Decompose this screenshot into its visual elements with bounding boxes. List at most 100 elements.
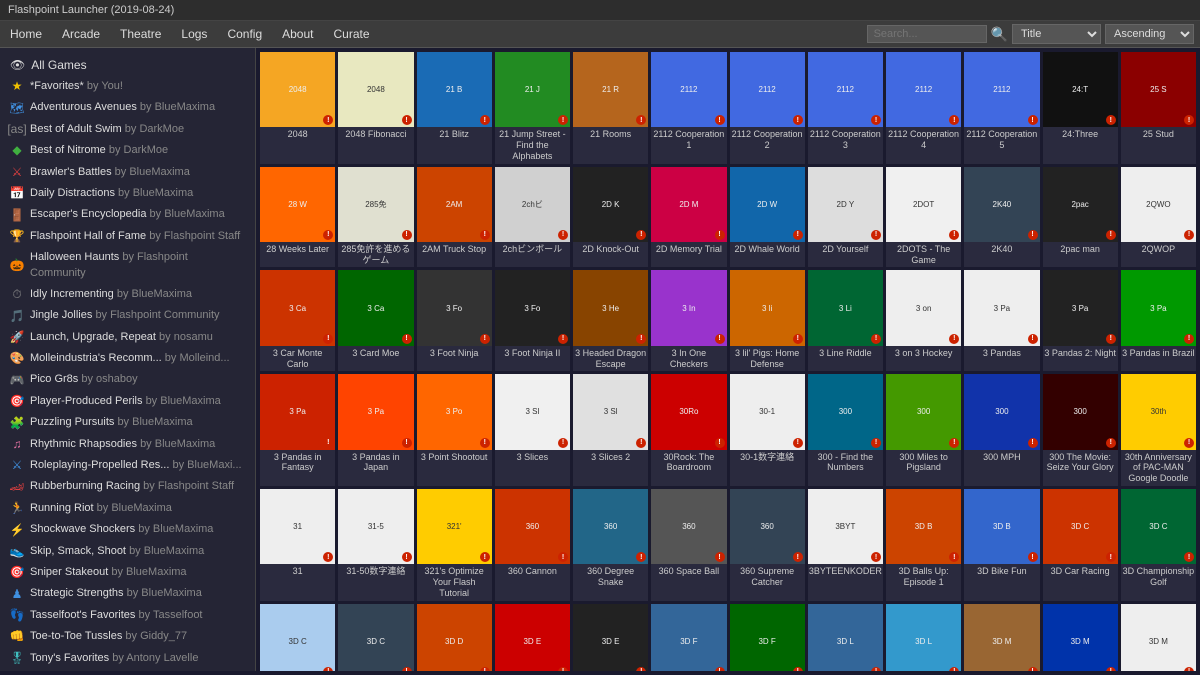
game-tile[interactable]: 2K40 ! 2K40	[964, 167, 1039, 268]
game-tile[interactable]: 3 He ! 3 Headed Dragon Escape	[573, 270, 648, 371]
game-tile[interactable]: 300 ! 300 Miles to Pigsland	[886, 374, 961, 486]
sidebar-item-jingle[interactable]: 🎵 Jingle Jollies by Flashpoint Community	[0, 305, 255, 326]
game-tile[interactable]: 3 Ca ! 3 Car Monte Carlo	[260, 270, 335, 371]
game-tile[interactable]: 3D M ! 3D Micro Wars	[1043, 604, 1118, 671]
game-tile[interactable]: 3 Sl ! 3 Slices 2	[573, 374, 648, 486]
sidebar-item-sniper[interactable]: 🎯 Sniper Stakeout by BlueMaxima	[0, 562, 255, 583]
game-tile[interactable]: 30th ! 30th Anniversary of PAC-MAN Googl…	[1121, 374, 1196, 486]
sidebar-item-shockwave[interactable]: ⚡ Shockwave Shockers by BlueMaxima	[0, 519, 255, 540]
menu-theatre[interactable]: Theatre	[116, 25, 165, 43]
game-tile[interactable]: 285免 ! 285免許を進めるゲーム	[338, 167, 413, 268]
sidebar-item-tasselfoot[interactable]: 👣 Tasselfoot's Favorites by Tasselfoot	[0, 605, 255, 626]
menu-config[interactable]: Config	[223, 25, 266, 43]
game-tile[interactable]: 2112 ! 2112 Cooperation 1	[651, 52, 726, 164]
game-tile[interactable]: 3D B ! 3D Balls Up: Episode 1	[886, 489, 961, 601]
sidebar-item-running[interactable]: 🏃 Running Riot by BlueMaxima	[0, 498, 255, 519]
sidebar-item-adult-swim[interactable]: [as] Best of Adult Swim by DarkMoe	[0, 119, 255, 140]
game-tile[interactable]: 2QWO ! 2QWOP	[1121, 167, 1196, 268]
sidebar-item-roleplaying[interactable]: ⚔ Roleplaying-Propelled Res... by BlueMa…	[0, 455, 255, 476]
game-tile[interactable]: 3BYT ! 3BYTEENKODER	[808, 489, 883, 601]
game-tile[interactable]: 3 Fo ! 3 Foot Ninja II	[495, 270, 570, 371]
game-tile[interactable]: 3D C ! 3D City Racer	[338, 604, 413, 671]
game-tile[interactable]: 300 ! 300 The Movie: Seize Your Glory	[1043, 374, 1118, 486]
game-tile[interactable]: 2AM ! 2AM Truck Stop	[417, 167, 492, 268]
game-tile[interactable]: 360 ! 360 Space Ball	[651, 489, 726, 601]
sidebar-item-adventurous[interactable]: 🗺 Adventurous Avenues by BlueMaxima	[0, 97, 255, 118]
sort-order-select[interactable]: Ascending Descending	[1105, 24, 1194, 44]
game-tile[interactable]: 3D D ! 3D Driver	[417, 604, 492, 671]
game-tile[interactable]: 21 R ! 21 Rooms	[573, 52, 648, 164]
game-tile[interactable]: 25 S ! 25 Stud	[1121, 52, 1196, 164]
sidebar-item-tony[interactable]: 🎖 Tony's Favorites by Antony Lavelle	[0, 648, 255, 669]
sidebar-item-brawlers[interactable]: ⚔ Brawler's Battles by BlueMaxima	[0, 162, 255, 183]
game-tile[interactable]: 3D L ! 3D Logic	[808, 604, 883, 671]
game-tile[interactable]: 2D W ! 2D Whale World	[730, 167, 805, 268]
game-tile[interactable]: 3D F ! 3D Frogger	[730, 604, 805, 671]
game-tile[interactable]: 21 B ! 21 Blitz	[417, 52, 492, 164]
game-tile[interactable]: 3 Pa ! 3 Pandas in Japan	[338, 374, 413, 486]
game-tile[interactable]: 3 Pa ! 3 Pandas	[964, 270, 1039, 371]
game-tile[interactable]: 3 Ca ! 3 Card Moe	[338, 270, 413, 371]
sidebar-item-rhythmic[interactable]: ♫ Rhythmic Rhapsodies by BlueMaxima	[0, 434, 255, 455]
game-tile[interactable]: 2D Y ! 2D Yourself	[808, 167, 883, 268]
sidebar-item-favorites[interactable]: ★ *Favorites* by You!	[0, 76, 255, 97]
game-tile[interactable]: 2D K ! 2D Knock-Out	[573, 167, 648, 268]
game-tile[interactable]: 300 ! 300 - Find the Numbers	[808, 374, 883, 486]
game-tile[interactable]: 2DOT ! 2DOTS - The Game	[886, 167, 961, 268]
game-tile[interactable]: 360 ! 360 Supreme Catcher	[730, 489, 805, 601]
game-tile[interactable]: 3 on ! 3 on 3 Hockey	[886, 270, 961, 371]
sidebar-item-toe[interactable]: 👊 Toe-to-Toe Tussles by Giddy_77	[0, 626, 255, 647]
search-input[interactable]	[867, 25, 987, 43]
sidebar-item-idly[interactable]: ⏱ Idly Incrementing by BlueMaxima	[0, 284, 255, 305]
sidebar-item-halloween[interactable]: 🎃 Halloween Haunts by Flashpoint Communi…	[0, 247, 255, 284]
game-tile[interactable]: 3 Po ! 3 Point Shootout	[417, 374, 492, 486]
game-tile[interactable]: 31 ! 31	[260, 489, 335, 601]
sort-by-select[interactable]: Title Date Added Developer	[1012, 24, 1101, 44]
game-tile[interactable]: 3D E ! 3D Etch a Sketch	[495, 604, 570, 671]
menu-home[interactable]: Home	[6, 25, 46, 43]
game-tile[interactable]: 3D B ! 3D Bike Fun	[964, 489, 1039, 601]
game-tile[interactable]: 31-5 ! 31-50数字連絡	[338, 489, 413, 601]
menu-logs[interactable]: Logs	[177, 25, 211, 43]
game-tile[interactable]: 2112 ! 2112 Cooperation 3	[808, 52, 883, 164]
game-tile[interactable]: 300 ! 300 MPH	[964, 374, 1039, 486]
game-tile[interactable]: 21 J ! 21 Jump Street - Find the Alphabe…	[495, 52, 570, 164]
game-tile[interactable]: 30Ro ! 30Rock: The Boardroom	[651, 374, 726, 486]
game-tile[interactable]: 3 Li ! 3 Line Riddle	[808, 270, 883, 371]
sidebar-item-puzzling[interactable]: 🧩 Puzzling Pursuits by BlueMaxima	[0, 412, 255, 433]
game-tile[interactable]: 3D M ! 3D Minesweeper	[1121, 604, 1196, 671]
sidebar-item-player[interactable]: 🎯 Player-Produced Perils by BlueMaxima	[0, 391, 255, 412]
game-tile[interactable]: 3 Pa ! 3 Pandas in Fantasy	[260, 374, 335, 486]
game-tile[interactable]: 2112 ! 2112 Cooperation 2	[730, 52, 805, 164]
sidebar-item-hof[interactable]: 🏆 Flashpoint Hall of Fame by Flashpoint …	[0, 226, 255, 247]
game-tile[interactable]: 3D M ! 3D Maze	[964, 604, 1039, 671]
game-tile[interactable]: 28 W ! 28 Weeks Later	[260, 167, 335, 268]
game-tile[interactable]: 2pac ! 2pac man	[1043, 167, 1118, 268]
game-tile[interactable]: 360 ! 360 Cannon	[495, 489, 570, 601]
game-tile[interactable]: 2112 ! 2112 Cooperation 5	[964, 52, 1039, 164]
menu-arcade[interactable]: Arcade	[58, 25, 104, 43]
sidebar-all-games[interactable]: 👁 All Games	[0, 54, 255, 76]
game-tile[interactable]: 30-1 ! 30-1数字連絡	[730, 374, 805, 486]
game-tile[interactable]: 360 ! 360 Degree Snake	[573, 489, 648, 601]
game-tile[interactable]: 2chビ ! 2chビンボール	[495, 167, 570, 268]
game-tile[interactable]: 3D E ! 3D Extreme Racing	[573, 604, 648, 671]
sidebar-item-molle[interactable]: 🎨 Molleindustria's Recomm... by Molleind…	[0, 348, 255, 369]
sidebar-item-skip[interactable]: 👟 Skip, Smack, Shoot by BlueMaxima	[0, 541, 255, 562]
game-tile[interactable]: 3 Pa ! 3 Pandas 2: Night	[1043, 270, 1118, 371]
sidebar-item-strategic[interactable]: ♟ Strategic Strengths by BlueMaxima	[0, 583, 255, 604]
game-tile[interactable]: 2D M ! 2D Memory Trial	[651, 167, 726, 268]
content-area[interactable]: 2048 ! 2048 2048 ! 2048 Fibonacci 21 B !…	[256, 48, 1200, 671]
sidebar-item-escapers[interactable]: 🚪 Escaper's Encyclopedia by BlueMaxima	[0, 204, 255, 225]
game-tile[interactable]: 3 Sl ! 3 Slices	[495, 374, 570, 486]
sidebar-item-rubberburning[interactable]: 🏎 Rubberburning Racing by Flashpoint Sta…	[0, 476, 255, 497]
game-tile[interactable]: 3 li ! 3 lil' Pigs: Home Defense	[730, 270, 805, 371]
game-tile[interactable]: 3D C ! 3D Championship Golf	[1121, 489, 1196, 601]
game-tile[interactable]: 3D L ! 3D Logic 2	[886, 604, 961, 671]
game-tile[interactable]: 3 In ! 3 In One Checkers	[651, 270, 726, 371]
menu-curate[interactable]: Curate	[329, 25, 373, 43]
game-tile[interactable]: 3D C ! 3D Car Racing	[1043, 489, 1118, 601]
game-tile[interactable]: 2048 ! 2048	[260, 52, 335, 164]
game-tile[interactable]: 3 Pa ! 3 Pandas in Brazil	[1121, 270, 1196, 371]
menu-about[interactable]: About	[278, 25, 317, 43]
